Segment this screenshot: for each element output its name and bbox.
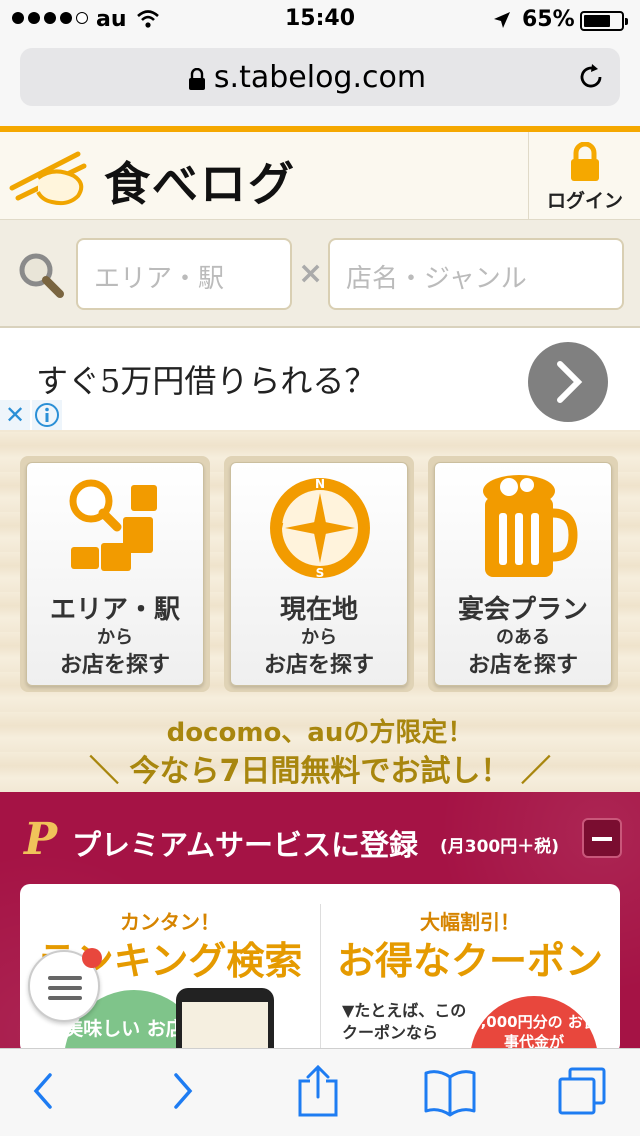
ad-banner[interactable]: すぐ5万円借りられる？ ✕ (0, 330, 640, 430)
site-header: 食べログ ログイン (0, 132, 640, 220)
address-bar[interactable]: s.tabelog.com (20, 48, 620, 106)
promo-headline[interactable]: ＼ 今なら7日間無料でお試し！ ／ (0, 746, 640, 790)
ad-text: すぐ5万円借りられる？ (36, 362, 377, 400)
ad-info-icon[interactable] (32, 400, 62, 430)
card-action: お店を探す (467, 653, 578, 678)
compass-icon: N S W E (270, 477, 370, 580)
ad-close-icon[interactable]: ✕ (0, 400, 30, 430)
back-icon[interactable] (28, 1069, 58, 1113)
chopsticks-hand-logo-icon[interactable] (8, 148, 98, 206)
search-icon (19, 253, 64, 298)
svg-text:N: N (315, 477, 325, 491)
bookmarks-icon[interactable] (422, 1067, 478, 1117)
location-arrow-icon (494, 12, 510, 28)
ad-arrow-button[interactable] (528, 342, 608, 422)
battery-icon (580, 11, 628, 31)
status-bar: au 15:40 65% (0, 0, 640, 40)
address-bar-container: s.tabelog.com (0, 40, 640, 126)
svg-text:W: W (270, 521, 283, 535)
category-section: エリア・駅 から お店を探す N S W E 現在地 から お店を探す 宴会プラ… (0, 430, 640, 792)
chevron-right-icon (557, 361, 583, 403)
card-action: お店を探す (263, 653, 374, 678)
site-logo[interactable]: 食べログ (104, 148, 296, 214)
premium-logo-icon: P (24, 814, 58, 865)
coupon-title: お得なクーポン (336, 939, 603, 983)
area-search-input[interactable]: エリア・駅 (76, 238, 292, 310)
coupon-note: ▼たとえば、このクーポンなら (342, 1001, 467, 1042)
screen: au 15:40 65% s.tabelog.com 食べログ ログイン エリア… (0, 0, 640, 1136)
banquet-plan-card[interactable]: 宴会プラン のある お店を探す (428, 456, 618, 692)
card-title: 現在地 (279, 595, 358, 625)
login-button[interactable]: ログイン (528, 132, 640, 220)
notification-badge (82, 948, 102, 968)
beer-mug-icon (483, 475, 578, 577)
battery-percent: 65% (522, 7, 575, 32)
current-location-card[interactable]: N S W E 現在地 から お店を探す (224, 456, 414, 692)
card-connector: から (301, 627, 337, 648)
premium-title[interactable]: プレミアムサービスに登録 (72, 822, 418, 864)
tabs-icon[interactable] (556, 1065, 608, 1117)
card-title: 宴会プラン (457, 595, 588, 625)
url-text: s.tabelog.com (213, 60, 427, 95)
card-action: お店を探す (59, 653, 170, 678)
reload-icon[interactable] (576, 62, 606, 92)
map-search-icon (69, 479, 157, 571)
svg-text:E: E (359, 521, 367, 535)
svg-text:S: S (316, 566, 325, 580)
premium-price: (月300円＋税) (440, 837, 560, 857)
card-title: エリア・駅 (49, 595, 180, 625)
search-bar: エリア・駅 × 店名・ジャンル (0, 220, 640, 328)
promo-subtitle: docomo、auの方限定！ (166, 718, 474, 748)
area-search-card[interactable]: エリア・駅 から お店を探す (20, 456, 210, 692)
shop-search-input[interactable]: 店名・ジャンル (328, 238, 624, 310)
search-separator: × (298, 256, 324, 291)
share-icon[interactable] (296, 1063, 340, 1119)
card-connector: から (97, 627, 133, 648)
collapse-button[interactable] (582, 818, 622, 858)
forward-icon[interactable] (168, 1069, 198, 1113)
card-connector: のある (496, 627, 550, 648)
login-label: ログイン (546, 190, 623, 212)
floating-menu-button[interactable] (28, 948, 102, 1022)
premium-section: P プレミアムサービスに登録 (月300円＋税) カンタン！ ランキング検索 美… (0, 792, 640, 1130)
browser-toolbar (0, 1048, 640, 1136)
padlock-icon (571, 142, 599, 181)
premium-features-card[interactable]: カンタン！ ランキング検索 美味しい お店が 大幅割引！ お得なクーポン ▼たと… (20, 884, 620, 1130)
